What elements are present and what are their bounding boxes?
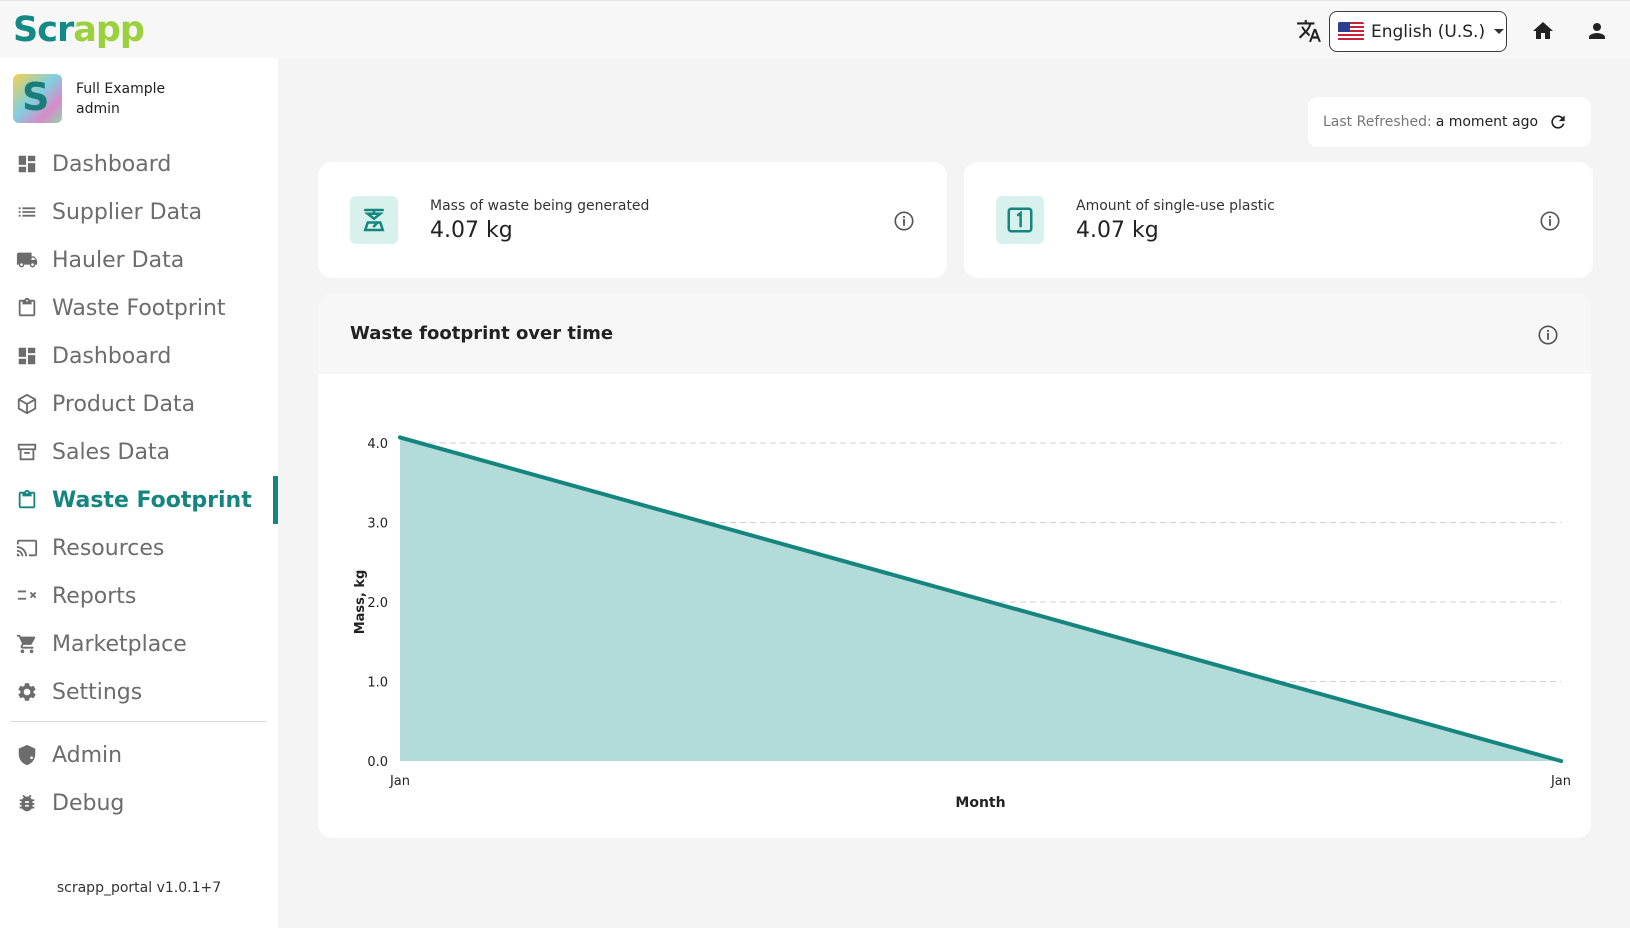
x-axis-label: Month [955,795,1005,811]
sidebar-item-label: Waste Footprint [52,487,252,513]
us-flag-icon [1338,22,1364,41]
home-icon[interactable] [1531,19,1555,43]
x-tick-label: Jan [1550,774,1571,789]
last-refreshed-label: Last Refreshed: [1323,114,1432,130]
sidebar-item-hauler-data[interactable]: Hauler Data [0,236,278,284]
sidebar-item-label: Resources [52,535,165,561]
refresh-icon[interactable] [1548,112,1568,132]
sidebar-item-label: Dashboard [52,151,172,177]
stat-label: Mass of waste being generated [430,198,650,214]
sidebar-item-label: Sales Data [52,439,171,465]
clipboard-icon [18,489,36,509]
account-icon[interactable] [1585,19,1609,43]
top-bar: Scrapp English (U.S.) [0,0,1630,58]
scrapp-logo[interactable]: Scrapp [13,10,145,50]
x-tick-label: Jan [389,774,410,789]
sidebar-item-waste-footprint-active[interactable]: Waste Footprint [0,476,278,524]
dashboard-icon [18,347,36,365]
sidebar-item-label: Reports [52,583,137,609]
language-label: English (U.S.) [1371,21,1486,42]
stat-value: 4.07 kg [430,218,513,243]
waste-footprint-chart-card: Waste footprint over time 0.0 1.0 2.0 3.0 4.… [318,294,1591,838]
translate-icon[interactable] [1296,18,1322,44]
sidebar-item-label: Marketplace [52,631,187,657]
sidebar-nav: Dashboard Supplier Data Hauler Data Wast… [0,140,278,716]
sidebar-divider [10,721,266,722]
stat-label: Amount of single-use plastic [1076,198,1275,214]
sidebar-item-label: Product Data [52,391,196,417]
info-icon[interactable] [1537,324,1559,346]
sidebar-item-supplier-data[interactable]: Supplier Data [0,188,278,236]
last-refreshed-value: a moment ago [1435,114,1539,130]
truck-icon [16,252,38,268]
sidebar-item-resources[interactable]: Resources [0,524,278,572]
sidebar-item-sales-data[interactable]: Sales Data [0,428,278,476]
rule-icon [17,590,37,600]
app-version: scrapp_portal v1.0.1+7 [56,880,222,896]
sidebar-item-dashboard[interactable]: Dashboard [0,140,278,188]
waste-footprint-chart: 0.0 1.0 2.0 3.0 4.0 Jan Jan Month Mass, kg [353,435,1571,811]
sidebar-item-product-data[interactable]: Product Data [0,380,278,428]
chart-header: Waste footprint over time [318,294,1591,374]
language-select[interactable]: English (U.S.) [1329,11,1507,52]
sidebar: S Full Example admin Dashboard Supplier … [0,58,278,928]
cart-icon [16,634,36,654]
sidebar-item-settings[interactable]: Settings [0,668,278,716]
sidebar-item-label: Supplier Data [52,199,203,225]
sidebar-item-reports[interactable]: Reports [0,572,278,620]
last-refreshed: Last Refreshed: a moment ago [1308,97,1591,147]
y-axis-label: Mass, kg [353,570,368,635]
chevron-down-icon [1494,29,1505,34]
dashboard-icon [18,155,36,173]
cast-icon [16,539,38,557]
y-tick-label: 4.0 [367,437,388,452]
stat-card-waste-mass: Mass of waste being generated 4.07 kg [318,162,947,278]
numeric-one-box-icon [996,196,1044,244]
sidebar-item-label: Admin [52,742,123,768]
stat-value: 4.07 kg [1076,218,1159,243]
list-icon [18,207,36,217]
sidebar-item-label: Debug [52,790,125,816]
sidebar-secondary-nav: Admin Debug [0,731,278,827]
chart-title: Waste footprint over time [350,323,614,344]
y-tick-label: 1.0 [367,676,388,691]
info-icon[interactable] [893,210,915,232]
data-point [1559,759,1563,763]
sidebar-item-marketplace[interactable]: Marketplace [0,620,278,668]
sidebar-item-debug[interactable]: Debug [0,779,278,827]
sidebar-item-waste-footprint[interactable]: Waste Footprint [0,284,278,332]
sidebar-item-label: Hauler Data [52,247,185,273]
admin-shield-icon [18,744,36,766]
scale-icon [350,196,398,244]
account-name: Full Example [76,80,166,97]
y-tick-label: 0.0 [367,755,388,770]
box-icon [17,393,37,415]
clipboard-icon [18,297,36,317]
gear-icon [18,683,36,701]
sidebar-item-label: Waste Footprint [52,295,226,321]
y-tick-label: 2.0 [367,596,388,611]
sidebar-item-admin[interactable]: Admin [0,731,278,779]
sidebar-item-label: Dashboard [52,343,172,369]
stat-card-single-use-plastic: Amount of single-use plastic 4.07 kg [964,162,1593,278]
avatar: S [13,74,62,123]
bug-icon [19,794,35,812]
sidebar-item-label: Settings [52,679,143,705]
account-role: admin [76,100,120,117]
data-point [398,435,402,440]
info-icon[interactable] [1539,210,1561,232]
sidebar-item-dashboard-2[interactable]: Dashboard [0,332,278,380]
y-tick-label: 3.0 [367,517,388,532]
account-summary[interactable]: S Full Example admin [13,74,165,123]
archive-icon [17,443,37,461]
